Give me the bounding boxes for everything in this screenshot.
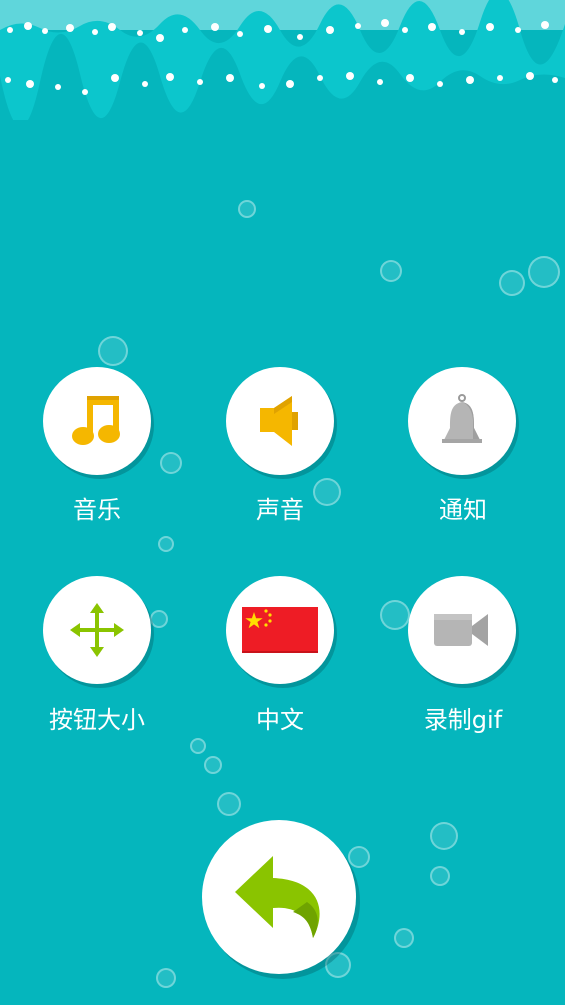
record-gif-label: 录制gif bbox=[423, 706, 503, 734]
sound-toggle-button[interactable] bbox=[226, 367, 334, 475]
bubble bbox=[325, 952, 351, 978]
music-note-icon bbox=[72, 396, 120, 445]
bubble bbox=[348, 846, 370, 868]
notification-toggle-button[interactable] bbox=[408, 367, 516, 475]
back-arrow-icon bbox=[235, 856, 320, 938]
bubble bbox=[430, 866, 450, 886]
bubble bbox=[499, 270, 525, 296]
bubble bbox=[156, 968, 176, 988]
music-toggle-button[interactable] bbox=[43, 367, 151, 475]
bubble bbox=[98, 336, 128, 366]
button-size-label: 按钮大小 bbox=[49, 706, 145, 734]
button-size-button[interactable] bbox=[43, 576, 151, 684]
china-flag-icon bbox=[242, 607, 318, 653]
bubble bbox=[150, 610, 168, 628]
water-surface-wave bbox=[0, 0, 565, 120]
speaker-icon bbox=[260, 396, 298, 446]
bubble bbox=[238, 200, 256, 218]
back-button[interactable] bbox=[202, 820, 356, 974]
sound-label: 声音 bbox=[256, 496, 304, 524]
bubble bbox=[430, 822, 458, 850]
settings-screen: 音乐 声音 通知 按钮大小 中文 录制gif bbox=[0, 0, 565, 1005]
bell-icon bbox=[442, 394, 482, 443]
language-label: 中文 bbox=[256, 706, 304, 734]
bubble bbox=[217, 792, 241, 816]
bubble bbox=[528, 256, 560, 288]
bubble bbox=[204, 756, 222, 774]
notification-label: 通知 bbox=[439, 496, 487, 524]
bubble bbox=[190, 738, 206, 754]
bubble bbox=[158, 536, 174, 552]
record-gif-button[interactable] bbox=[408, 576, 516, 684]
bubble bbox=[380, 260, 402, 282]
bubble bbox=[160, 452, 182, 474]
bubble bbox=[394, 928, 414, 948]
video-camera-icon bbox=[434, 614, 488, 646]
move-arrows-icon bbox=[70, 603, 124, 657]
music-label: 音乐 bbox=[73, 496, 121, 524]
language-button[interactable] bbox=[226, 576, 334, 684]
bubble bbox=[380, 600, 410, 630]
